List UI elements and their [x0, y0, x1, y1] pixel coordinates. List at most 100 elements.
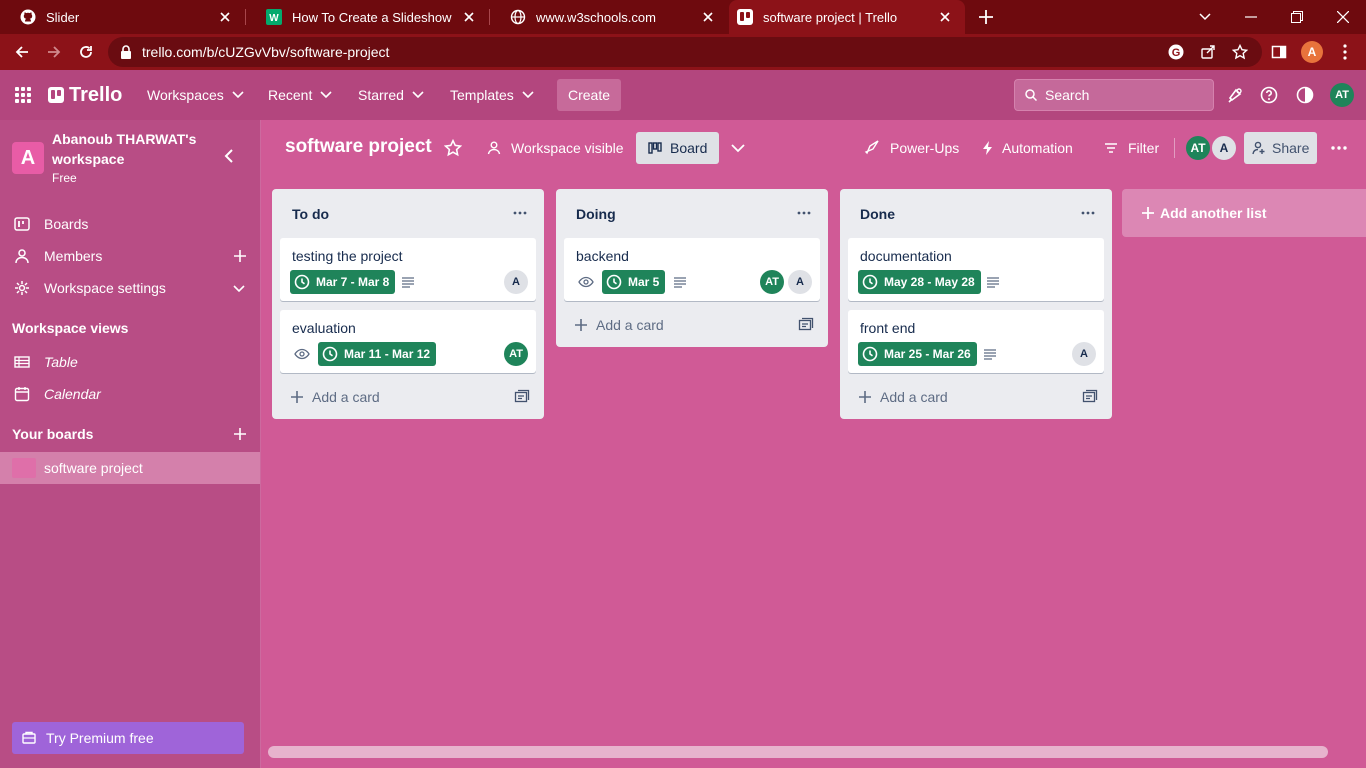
user-initials: AT: [1330, 83, 1354, 107]
browser-tab-slider[interactable]: Slider: [0, 0, 245, 34]
new-tab-icon[interactable]: [977, 8, 995, 26]
board-member-avatar[interactable]: AT: [1184, 134, 1212, 162]
sidebar-item-calendar[interactable]: Calendar: [0, 378, 260, 410]
automation-button[interactable]: Automation: [982, 132, 1073, 164]
minimize-icon[interactable]: [1228, 0, 1274, 34]
close-icon[interactable]: [217, 9, 233, 25]
list-title[interactable]: Done: [860, 206, 895, 222]
workspace-logo: A: [12, 142, 44, 174]
svg-text:G: G: [1172, 47, 1181, 59]
browser-menu-icon[interactable]: [1331, 38, 1359, 66]
address-bar[interactable]: trello.com/b/cUZGvVbv/software-project G: [108, 37, 1262, 67]
card-member-avatar[interactable]: AT: [760, 270, 784, 294]
due-date-badge[interactable]: Mar 11 - Mar 12: [318, 342, 437, 366]
tab-search-icon[interactable]: [1182, 0, 1228, 34]
list-title[interactable]: Doing: [576, 206, 616, 222]
browser-tab-trello[interactable]: software project | Trello: [729, 0, 965, 34]
card-member-avatar[interactable]: A: [788, 270, 812, 294]
lock-icon: [120, 45, 132, 59]
board-title[interactable]: software project: [285, 136, 432, 158]
menu-recent[interactable]: Recent: [268, 79, 332, 111]
menu-workspaces[interactable]: Workspaces: [147, 79, 244, 111]
try-premium-button[interactable]: Try Premium free: [12, 722, 244, 754]
card-member-avatar[interactable]: AT: [504, 342, 528, 366]
list-title[interactable]: To do: [292, 206, 329, 222]
powerups-button[interactable]: Power-Ups: [864, 132, 959, 164]
share-page-icon[interactable]: [1199, 43, 1217, 61]
board-view-button[interactable]: Board: [636, 132, 720, 164]
card-front-end[interactable]: front end Mar 25 - Mar 26 A: [848, 310, 1104, 373]
card-evaluation[interactable]: evaluation Mar 11 - Mar 12 AT: [280, 310, 536, 373]
views-dropdown[interactable]: [731, 132, 745, 164]
menu-templates[interactable]: Templates: [450, 79, 534, 111]
board-scrollbar-thumb[interactable]: [268, 746, 1328, 758]
back-icon[interactable]: [8, 38, 36, 66]
sidebar-item-label: Table: [44, 354, 78, 370]
sidebar-board-software-project[interactable]: software project: [0, 452, 260, 484]
card-member-avatar[interactable]: A: [1072, 342, 1096, 366]
filter-button[interactable]: Filter: [1104, 132, 1159, 164]
sidebar-item-members[interactable]: Members: [0, 240, 260, 272]
card-member-avatar[interactable]: A: [504, 270, 528, 294]
list-menu-icon[interactable]: [1080, 205, 1096, 221]
google-icon[interactable]: G: [1167, 43, 1185, 61]
due-date-badge[interactable]: Mar 5: [602, 270, 666, 294]
list-menu-icon[interactable]: [796, 205, 812, 221]
help-icon[interactable]: [1260, 79, 1280, 111]
trello-logo[interactable]: Trello: [48, 79, 122, 111]
theme-icon[interactable]: [1296, 79, 1316, 111]
person-icon: [14, 248, 30, 264]
card-documentation[interactable]: documentation May 28 - May 28: [848, 238, 1104, 301]
search-input[interactable]: Search: [1014, 79, 1214, 111]
due-date-badge[interactable]: Mar 25 - Mar 26: [858, 342, 977, 366]
restore-icon[interactable]: [1274, 0, 1320, 34]
reload-icon[interactable]: [72, 38, 100, 66]
card-testing-the-project[interactable]: testing the project Mar 7 - Mar 8 A: [280, 238, 536, 301]
forward-icon[interactable]: [40, 38, 68, 66]
window-close-icon[interactable]: [1320, 0, 1366, 34]
user-avatar[interactable]: AT: [1330, 79, 1354, 111]
board-member-avatar[interactable]: A: [1210, 134, 1238, 162]
app-switcher-icon[interactable]: [14, 79, 34, 111]
browser-tab-slideshow[interactable]: W How To Create a Slideshow: [246, 0, 489, 34]
add-card-button[interactable]: Add a card: [564, 311, 820, 339]
filter-icon: [1104, 142, 1118, 154]
browser-tab-w3schools[interactable]: www.w3schools.com: [490, 0, 728, 34]
add-card-button[interactable]: Add a card: [848, 383, 1104, 411]
card-backend[interactable]: backend Mar 5 AT A: [564, 238, 820, 301]
close-icon[interactable]: [461, 9, 477, 25]
plus-icon: [574, 318, 588, 332]
card-template-icon[interactable]: [798, 317, 814, 333]
add-board-icon[interactable]: [232, 426, 248, 442]
due-date-text: Mar 25 - Mar 26: [884, 347, 971, 361]
sidebar-item-table[interactable]: Table: [0, 346, 260, 378]
chevron-down-icon: [412, 91, 424, 99]
add-member-icon[interactable]: [232, 248, 248, 264]
sidebar-item-workspace-settings[interactable]: Workspace settings: [0, 272, 260, 304]
collapse-sidebar-icon[interactable]: [224, 149, 238, 165]
close-icon[interactable]: [700, 9, 716, 25]
notifications-icon[interactable]: [1226, 79, 1246, 111]
workspace-name[interactable]: Abanoub THARWAT's workspace: [52, 129, 212, 169]
close-icon[interactable]: [937, 9, 953, 25]
list-menu-icon[interactable]: [512, 205, 528, 221]
due-date-badge[interactable]: May 28 - May 28: [858, 270, 981, 294]
create-button[interactable]: Create: [557, 79, 622, 111]
menu-starred[interactable]: Starred: [358, 79, 424, 111]
board-menu-icon[interactable]: [1331, 132, 1347, 164]
share-button[interactable]: Share: [1244, 132, 1318, 164]
card-template-icon[interactable]: [1082, 389, 1098, 405]
tab-title: www.w3schools.com: [536, 9, 656, 25]
due-date-badge[interactable]: Mar 7 - Mar 8: [290, 270, 396, 294]
bookmark-star-icon[interactable]: [1231, 43, 1249, 61]
add-list-button[interactable]: Add another list: [1122, 189, 1366, 237]
visibility-button[interactable]: Workspace visible: [486, 132, 624, 164]
side-panel-icon[interactable]: [1265, 38, 1293, 66]
profile-avatar[interactable]: A: [1298, 38, 1326, 66]
chevron-down-icon[interactable]: [232, 280, 248, 296]
url-text: trello.com/b/cUZGvVbv/software-project: [142, 44, 390, 60]
add-card-button[interactable]: Add a card: [280, 383, 536, 411]
card-template-icon[interactable]: [514, 389, 530, 405]
sidebar-item-boards[interactable]: Boards: [0, 208, 260, 240]
star-board-icon[interactable]: [444, 132, 462, 164]
